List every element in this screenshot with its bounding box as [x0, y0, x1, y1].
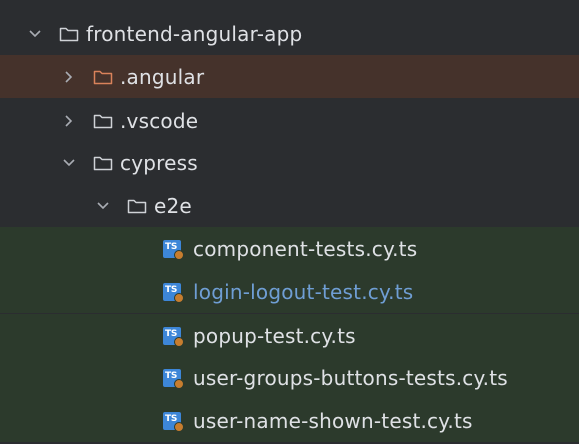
tree-file-user-name-shown-test[interactable]: TS user-name-shown-test.cy.ts: [0, 399, 579, 442]
tree-file-popup-test[interactable]: TS popup-test.cy.ts: [0, 314, 579, 357]
folder-icon: [126, 197, 148, 215]
folder-icon: [92, 112, 114, 130]
tree-node-vscode[interactable]: .vscode: [0, 99, 579, 142]
tree-node-label: .angular: [120, 64, 205, 89]
tree-file-component-tests[interactable]: TS component-tests.cy.ts: [0, 227, 579, 270]
typescript-test-file-icon: TS: [163, 368, 184, 389]
tree-file-label: component-tests.cy.ts: [193, 236, 418, 261]
tree-file-label: user-name-shown-test.cy.ts: [193, 408, 473, 433]
chevron-down-icon[interactable]: [60, 154, 78, 172]
tree-node-e2e[interactable]: e2e: [0, 184, 579, 227]
typescript-test-file-icon: TS: [163, 411, 184, 432]
tree-node-angular[interactable]: .angular: [0, 55, 579, 98]
tree-node-label: .vscode: [120, 108, 199, 133]
typescript-test-file-icon: TS: [163, 239, 184, 260]
typescript-test-file-icon: TS: [163, 282, 184, 303]
chevron-down-icon[interactable]: [26, 25, 44, 43]
tree-file-user-groups-buttons-tests[interactable]: TS user-groups-buttons-tests.cy.ts: [0, 356, 579, 399]
folder-icon: [92, 154, 114, 172]
tree-node-frontend-angular-app[interactable]: frontend-angular-app: [0, 12, 579, 55]
tree-file-label: login-logout-test.cy.ts: [193, 279, 414, 304]
folder-icon: [58, 25, 80, 43]
excluded-folder-icon: [92, 68, 114, 86]
tree-node-cypress[interactable]: cypress: [0, 141, 579, 184]
chevron-right-icon[interactable]: [60, 112, 78, 130]
tree-file-login-logout-test[interactable]: TS login-logout-test.cy.ts: [0, 270, 579, 313]
tree-file-label: popup-test.cy.ts: [193, 323, 356, 348]
tree-node-label: e2e: [154, 193, 192, 218]
tree-node-label: cypress: [120, 150, 198, 175]
chevron-right-icon[interactable]: [60, 68, 78, 86]
tree-file-label: user-groups-buttons-tests.cy.ts: [193, 365, 508, 390]
chevron-down-icon[interactable]: [94, 197, 112, 215]
tree-node-label: frontend-angular-app: [86, 21, 303, 46]
typescript-test-file-icon: TS: [163, 326, 184, 347]
project-tree: frontend-angular-app .angular .vscode cy…: [0, 0, 579, 444]
